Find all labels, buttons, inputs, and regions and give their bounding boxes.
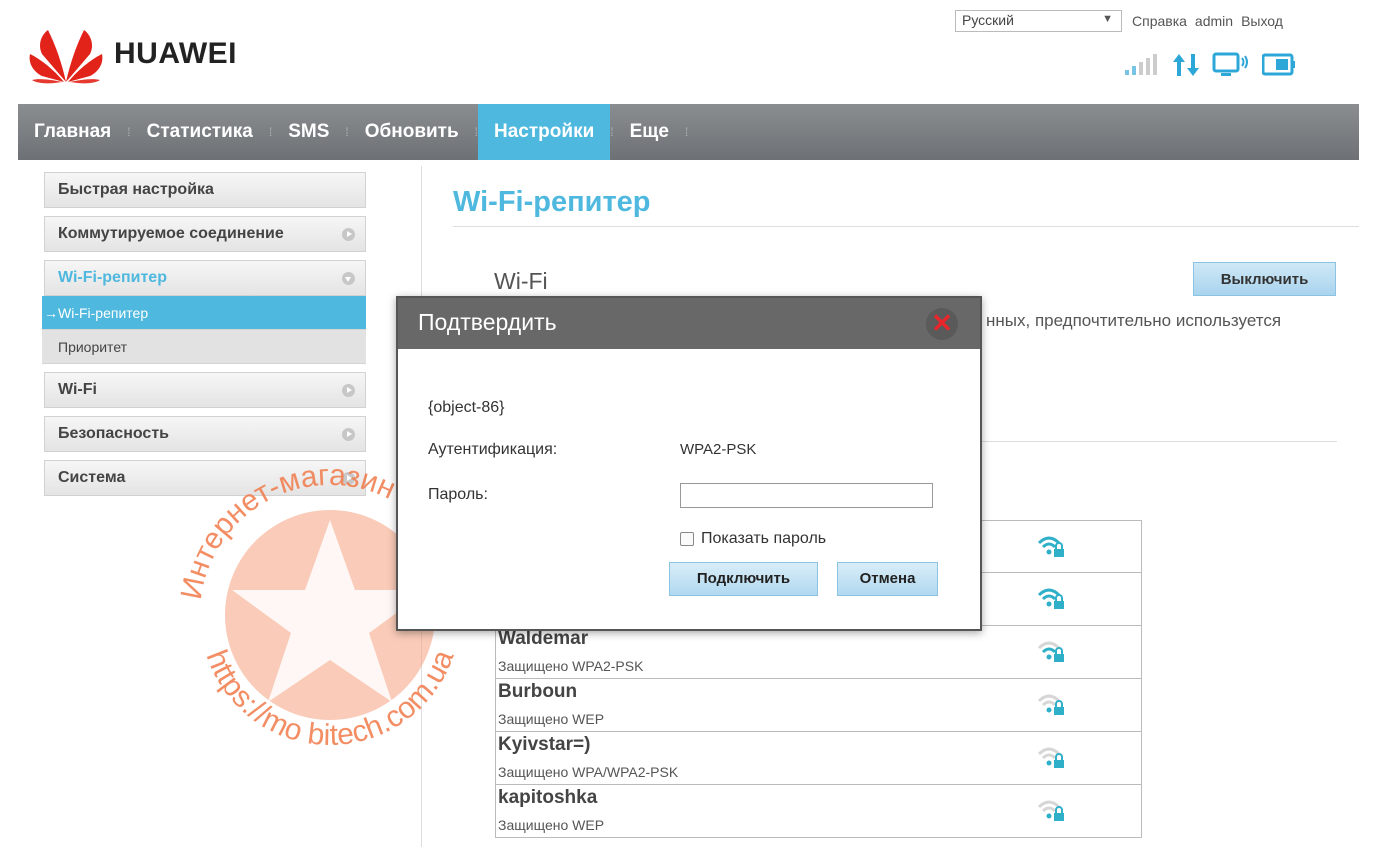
show-password-label: Показать пароль bbox=[701, 530, 827, 547]
language-value: Русский bbox=[962, 12, 1014, 28]
nav-separator: ⁞ bbox=[684, 125, 689, 139]
sidebar-item-label: Wi-Fi-репитер bbox=[58, 269, 167, 286]
dialog-object-text: {object-86} bbox=[428, 399, 505, 416]
sidebar-item-label: Система bbox=[58, 469, 126, 486]
sidebar: Быстрая настройка Коммутируемое соединен… bbox=[42, 172, 366, 504]
header: HUAWEI Русский ▼ Справка admin Выход bbox=[0, 0, 1374, 104]
logout-link[interactable]: Выход bbox=[1241, 13, 1283, 29]
auth-value: WPA2-PSK bbox=[680, 441, 757, 458]
nav-item-settings[interactable]: Настройки bbox=[478, 104, 611, 160]
password-input[interactable] bbox=[680, 483, 933, 508]
top-links: Справка admin Выход bbox=[1132, 13, 1283, 29]
help-link[interactable]: Справка bbox=[1132, 13, 1187, 29]
wifi-lock-icon bbox=[1037, 641, 1064, 662]
sidebar-item-quick-setup[interactable]: Быстрая настройка bbox=[44, 172, 366, 208]
sidebar-item-dialup[interactable]: Коммутируемое соединение bbox=[44, 216, 366, 252]
chevron-right-icon bbox=[342, 384, 355, 397]
sidebar-item-label: Быстрая настройка bbox=[58, 181, 214, 198]
sidebar-subitem-wifi-repeater[interactable]: →Wi-Fi-репитер bbox=[42, 296, 366, 330]
auth-label: Аутентификация: bbox=[428, 441, 558, 458]
description-text: нных, предпочтительно используется bbox=[986, 311, 1282, 330]
nav-item-update[interactable]: Обновить bbox=[349, 104, 475, 160]
sidebar-item-system[interactable]: Система bbox=[44, 460, 366, 496]
nav-item-statistics[interactable]: Статистика bbox=[131, 104, 269, 160]
sidebar-item-wifi-repeater[interactable]: Wi-Fi-репитер bbox=[44, 260, 366, 296]
cancel-button[interactable]: Отмена bbox=[837, 562, 938, 596]
wifi-lock-icon bbox=[1037, 800, 1064, 821]
sidebar-item-label: Wi-Fi bbox=[58, 381, 97, 398]
wifi-lock-icon bbox=[1037, 694, 1064, 715]
title-divider bbox=[453, 226, 1359, 227]
password-label: Пароль: bbox=[428, 486, 488, 503]
network-row[interactable]: kapitoshka Защищено WEP bbox=[495, 785, 1142, 838]
language-select[interactable]: Русский ▼ bbox=[955, 10, 1122, 32]
nav-item-home[interactable]: Главная bbox=[18, 104, 127, 160]
dialog-title: Подтвердить bbox=[418, 309, 557, 335]
wifi-lock-icon bbox=[1037, 747, 1064, 768]
show-password-checkbox[interactable]: Показать пароль bbox=[680, 530, 826, 548]
chevron-right-icon bbox=[342, 228, 355, 241]
chevron-down-icon bbox=[342, 272, 355, 285]
confirm-dialog: Подтвердить ✕ {object-86} Аутентификация… bbox=[396, 296, 982, 631]
main-nav: Главная ⁞ Статистика ⁞ SMS ⁞ Обновить ⁞ … bbox=[18, 104, 1359, 160]
wifi-lock-icon bbox=[1037, 588, 1064, 609]
huawei-logo: HUAWEI bbox=[26, 24, 237, 84]
brand-name: HUAWEI bbox=[114, 37, 237, 70]
page-title: Wi-Fi-репитер bbox=[453, 186, 651, 218]
user-link[interactable]: admin bbox=[1195, 13, 1233, 29]
network-row[interactable]: Kyivstar=) Защищено WPA/WPA2-PSK bbox=[495, 732, 1142, 785]
monitor-icon bbox=[1212, 52, 1248, 76]
checkbox-box[interactable] bbox=[680, 532, 694, 546]
chevron-right-icon bbox=[342, 428, 355, 441]
section-divider bbox=[980, 441, 1337, 442]
sidebar-item-label: Безопасность bbox=[58, 425, 169, 442]
sidebar-subitem-priority[interactable]: Приоритет bbox=[42, 330, 366, 364]
dialog-header: Подтвердить ✕ bbox=[398, 298, 980, 349]
network-row[interactable]: Burboun Защищено WEP bbox=[495, 679, 1142, 732]
battery-icon bbox=[1262, 53, 1295, 76]
huawei-petals-icon bbox=[29, 30, 103, 84]
chevron-right-icon bbox=[342, 472, 355, 485]
wifi-off-button[interactable]: Выключить bbox=[1193, 262, 1336, 296]
wifi-section-label: Wi-Fi bbox=[494, 268, 548, 294]
wifi-lock-icon bbox=[1037, 536, 1064, 557]
nav-item-more[interactable]: Еще bbox=[614, 104, 685, 160]
status-icons bbox=[1124, 52, 1296, 78]
connect-button[interactable]: Подключить bbox=[669, 562, 818, 596]
dropdown-arrow-icon: ▼ bbox=[1102, 13, 1113, 25]
close-icon[interactable]: ✕ bbox=[926, 308, 958, 340]
sidebar-item-security[interactable]: Безопасность bbox=[44, 416, 366, 452]
network-row[interactable]: Waldemar Защищено WPA2-PSK bbox=[495, 626, 1142, 679]
data-arrows-icon bbox=[1173, 54, 1199, 76]
sidebar-item-wifi[interactable]: Wi-Fi bbox=[44, 372, 366, 408]
nav-item-sms[interactable]: SMS bbox=[272, 104, 345, 160]
sidebar-item-label: Коммутируемое соединение bbox=[58, 225, 284, 242]
signal-icon bbox=[1125, 54, 1157, 75]
sidebar-subgroup: →Wi-Fi-репитер Приоритет bbox=[42, 296, 366, 364]
